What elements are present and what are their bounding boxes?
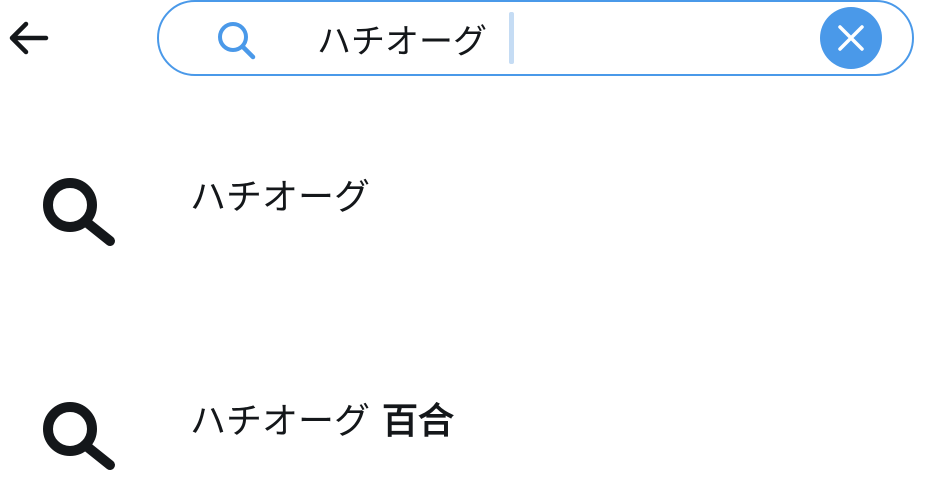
suggestion-bold-text: 百合	[382, 401, 455, 442]
suggestion-item[interactable]: ハチオーグ 百合	[0, 364, 950, 484]
search-icon	[218, 22, 256, 60]
search-icon	[43, 178, 115, 246]
text-caret	[509, 12, 514, 64]
search-input[interactable]	[317, 10, 797, 66]
close-icon	[838, 25, 864, 51]
clear-search-button[interactable]	[820, 7, 882, 69]
arrow-left-icon	[9, 21, 49, 55]
back-button[interactable]	[4, 16, 52, 60]
suggestion-text: ハチオーグ	[190, 401, 371, 442]
suggestion-text: ハチオーグ	[190, 177, 371, 218]
suggestion-label: ハチオーグ	[190, 174, 382, 222]
suggestion-item[interactable]: ハチオーグ	[0, 140, 950, 260]
search-bar[interactable]	[157, 0, 914, 76]
suggestion-label: ハチオーグ 百合	[190, 398, 454, 446]
search-icon	[43, 402, 115, 470]
